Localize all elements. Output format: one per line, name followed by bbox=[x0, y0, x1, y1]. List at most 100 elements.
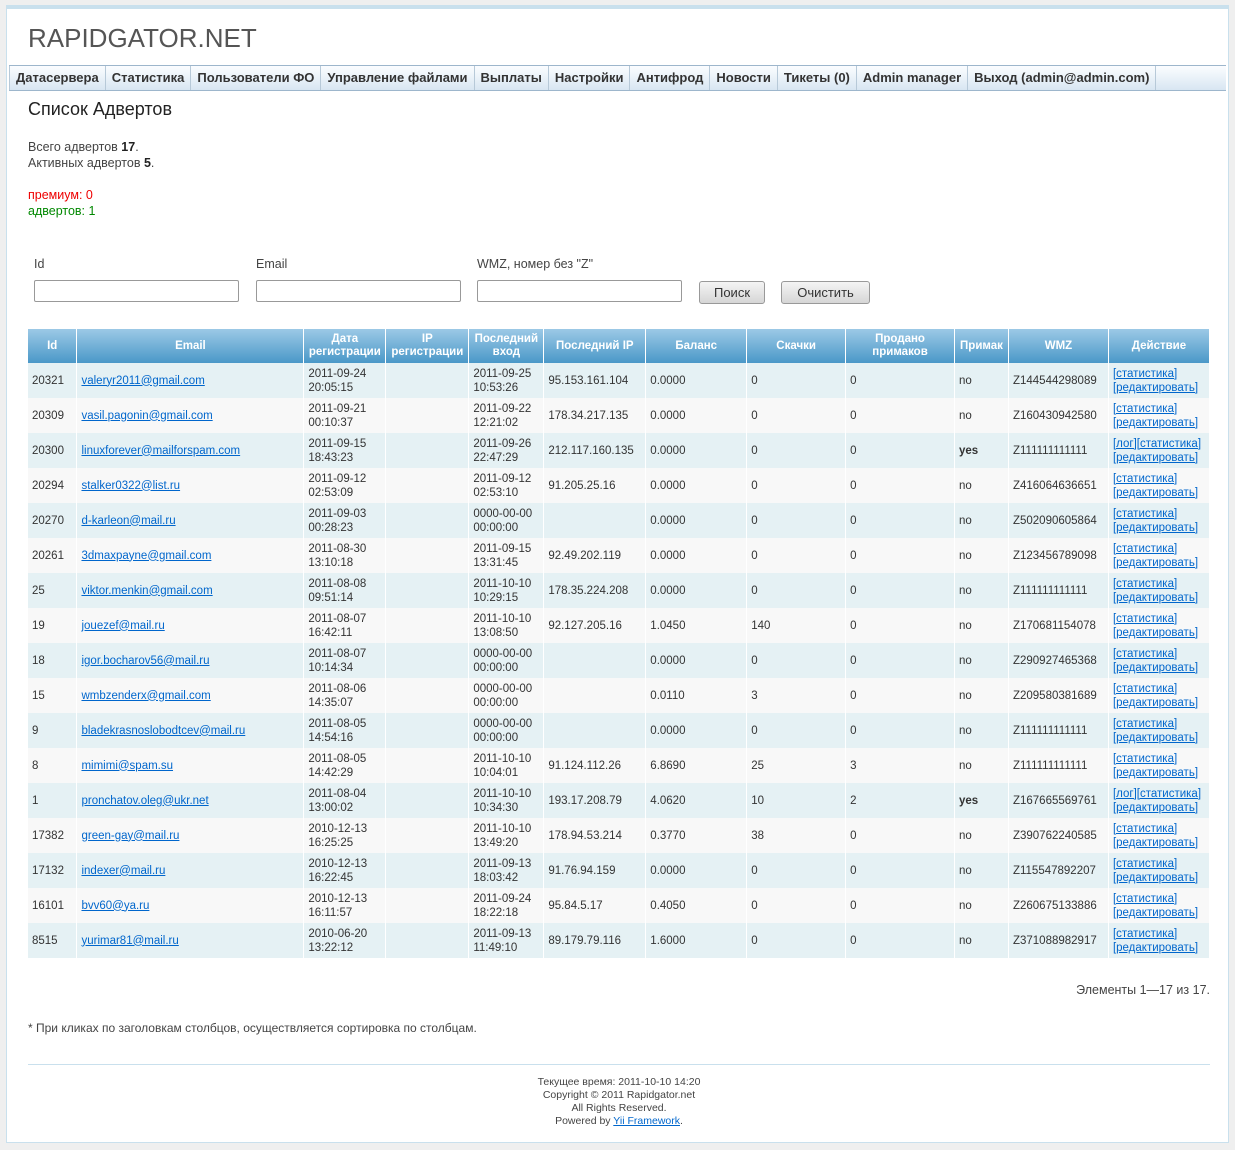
action-line: [редактировать] bbox=[1113, 451, 1205, 465]
column-header[interactable]: Продано примаков bbox=[845, 329, 955, 363]
edit-link[interactable]: [редактировать] bbox=[1113, 627, 1198, 639]
stats-link[interactable]: [статистика] bbox=[1113, 928, 1177, 940]
column-header[interactable]: Скачки bbox=[746, 329, 847, 363]
column-header[interactable]: Email bbox=[76, 329, 305, 363]
id-filter-input[interactable] bbox=[34, 280, 239, 302]
menu-item[interactable]: Выход (admin@admin.com) bbox=[968, 66, 1157, 90]
email-link[interactable]: valeryr2011@gmail.com bbox=[81, 375, 204, 387]
log-link[interactable]: [лог] bbox=[1113, 788, 1137, 800]
edit-link[interactable]: [редактировать] bbox=[1113, 697, 1198, 709]
email-link[interactable]: d-karleon@mail.ru bbox=[81, 515, 175, 527]
menu-item[interactable]: Пользователи ФО bbox=[191, 66, 322, 90]
table-row: 25 viktor.menkin@gmail.com 2011-08-08 09:51… bbox=[28, 573, 1211, 608]
column-header[interactable]: Последний вход bbox=[468, 329, 545, 363]
stats-link[interactable]: [статистика] bbox=[1113, 473, 1177, 485]
email-link[interactable]: mimimi@spam.su bbox=[81, 760, 173, 772]
column-header[interactable]: Id bbox=[28, 329, 78, 363]
column-header[interactable]: Дата регистрации bbox=[303, 329, 387, 363]
edit-link[interactable]: [редактировать] bbox=[1113, 732, 1198, 744]
stats-link[interactable]: [статистика] bbox=[1113, 893, 1177, 905]
column-header[interactable]: WMZ bbox=[1008, 329, 1109, 363]
column-header[interactable]: Примак bbox=[954, 329, 1009, 363]
site-logo[interactable]: RAPIDGATOR.NET bbox=[28, 23, 257, 54]
cell-wmz: Z111111111111 bbox=[1008, 573, 1109, 608]
stats-link[interactable]: [статистика] bbox=[1113, 578, 1177, 590]
edit-link[interactable]: [редактировать] bbox=[1113, 557, 1198, 569]
cell-last-login: 2011-09-25 10:53:26 bbox=[468, 363, 545, 398]
total-value: 17 bbox=[121, 140, 136, 154]
email-link[interactable]: green-gay@mail.ru bbox=[81, 830, 179, 842]
menu-item[interactable]: Управление файлами bbox=[321, 66, 475, 90]
cell-last-login-time: 11:49:10 bbox=[473, 941, 518, 954]
stats-link[interactable]: [статистика] bbox=[1113, 683, 1177, 695]
stats-link[interactable]: [статистика] bbox=[1113, 543, 1177, 555]
cell-id: 17382 bbox=[28, 818, 78, 853]
edit-link[interactable]: [редактировать] bbox=[1113, 592, 1198, 604]
email-link[interactable]: vasil.pagonin@gmail.com bbox=[81, 410, 212, 422]
stats-link[interactable]: [статистика] bbox=[1113, 823, 1177, 835]
edit-link[interactable]: [редактировать] bbox=[1113, 942, 1198, 954]
email-link[interactable]: viktor.menkin@gmail.com bbox=[81, 585, 212, 597]
edit-link[interactable]: [редактировать] bbox=[1113, 802, 1198, 814]
email-link[interactable]: stalker0322@list.ru bbox=[81, 480, 180, 492]
edit-link[interactable]: [редактировать] bbox=[1113, 382, 1198, 394]
edit-link[interactable]: [редактировать] bbox=[1113, 767, 1198, 779]
cell-reg-date-date: 2011-08-07 bbox=[308, 612, 367, 625]
stats-link[interactable]: [статистика] bbox=[1113, 403, 1177, 415]
menu-item[interactable]: Статистика bbox=[106, 66, 192, 90]
email-link[interactable]: igor.bocharov56@mail.ru bbox=[81, 655, 209, 667]
email-link[interactable]: 3dmaxpayne@gmail.com bbox=[81, 550, 211, 562]
cell-id: 20309 bbox=[28, 398, 78, 433]
edit-link[interactable]: [редактировать] bbox=[1113, 872, 1198, 884]
stats-link[interactable]: [статистика] bbox=[1137, 788, 1201, 800]
stats-link[interactable]: [статистика] bbox=[1113, 753, 1177, 765]
cell-email: green-gay@mail.ru bbox=[76, 818, 305, 853]
email-filter-input[interactable] bbox=[256, 280, 461, 302]
edit-link[interactable]: [редактировать] bbox=[1113, 907, 1198, 919]
cell-downloads: 38 bbox=[746, 818, 847, 853]
email-link[interactable]: wmbzenderx@gmail.com bbox=[81, 690, 210, 702]
cell-last-login-date: 2011-09-26 bbox=[473, 437, 532, 450]
column-header[interactable]: Последний IP bbox=[543, 329, 647, 363]
stats-link[interactable]: [статистика] bbox=[1113, 613, 1177, 625]
edit-link[interactable]: [редактировать] bbox=[1113, 662, 1198, 674]
log-link[interactable]: [лог] bbox=[1113, 438, 1137, 450]
menu-item[interactable]: Тикеты (0) bbox=[778, 66, 857, 90]
cell-downloads: 0 bbox=[746, 713, 847, 748]
menu-item[interactable]: Настройки bbox=[549, 66, 631, 90]
stats-link[interactable]: [статистика] bbox=[1137, 438, 1201, 450]
menu-item[interactable]: Датасервера bbox=[9, 66, 106, 90]
email-link[interactable]: bvv60@ya.ru bbox=[81, 900, 149, 912]
column-header[interactable]: IP регистрации bbox=[385, 329, 470, 363]
email-link[interactable]: indexer@mail.ru bbox=[81, 865, 165, 877]
edit-link[interactable]: [редактировать] bbox=[1113, 837, 1198, 849]
email-link[interactable]: jouezef@mail.ru bbox=[81, 620, 164, 632]
search-button[interactable]: Поиск bbox=[699, 281, 765, 304]
cell-reg-ip bbox=[385, 678, 470, 713]
menu-item[interactable]: Новости bbox=[710, 66, 778, 90]
email-link[interactable]: yurimar81@mail.ru bbox=[81, 935, 178, 947]
stats-link[interactable]: [статистика] bbox=[1113, 508, 1177, 520]
column-header[interactable]: Действие bbox=[1108, 329, 1211, 363]
email-link[interactable]: bladekrasnoslobodtcev@mail.ru bbox=[81, 725, 245, 737]
email-link[interactable]: pronchatov.oleg@ukr.net bbox=[81, 795, 208, 807]
email-link[interactable]: linuxforever@mailforspam.com bbox=[81, 445, 240, 457]
cell-balance: 0.0000 bbox=[645, 643, 748, 678]
stats-link[interactable]: [статистика] bbox=[1113, 718, 1177, 730]
edit-link[interactable]: [редактировать] bbox=[1113, 522, 1198, 534]
edit-link[interactable]: [редактировать] bbox=[1113, 417, 1198, 429]
menu-item[interactable]: Выплаты bbox=[475, 66, 549, 90]
menu-item[interactable]: Admin manager bbox=[857, 66, 969, 90]
stats-link[interactable]: [статистика] bbox=[1113, 368, 1177, 380]
edit-link[interactable]: [редактировать] bbox=[1113, 487, 1198, 499]
yii-framework-link[interactable]: Yii Framework bbox=[613, 1115, 680, 1127]
menu-item[interactable]: Антифрод bbox=[630, 66, 711, 90]
edit-link[interactable]: [редактировать] bbox=[1113, 452, 1198, 464]
column-header[interactable]: Баланс bbox=[645, 329, 748, 363]
stats-link[interactable]: [статистика] bbox=[1113, 858, 1177, 870]
cell-last-login: 0000-00-00 00:00:00 bbox=[468, 678, 545, 713]
clear-button[interactable]: Очистить bbox=[781, 281, 870, 304]
wmz-filter-input[interactable] bbox=[477, 280, 682, 302]
cell-last-login: 2011-09-24 18:22:18 bbox=[468, 888, 545, 923]
stats-link[interactable]: [статистика] bbox=[1113, 648, 1177, 660]
